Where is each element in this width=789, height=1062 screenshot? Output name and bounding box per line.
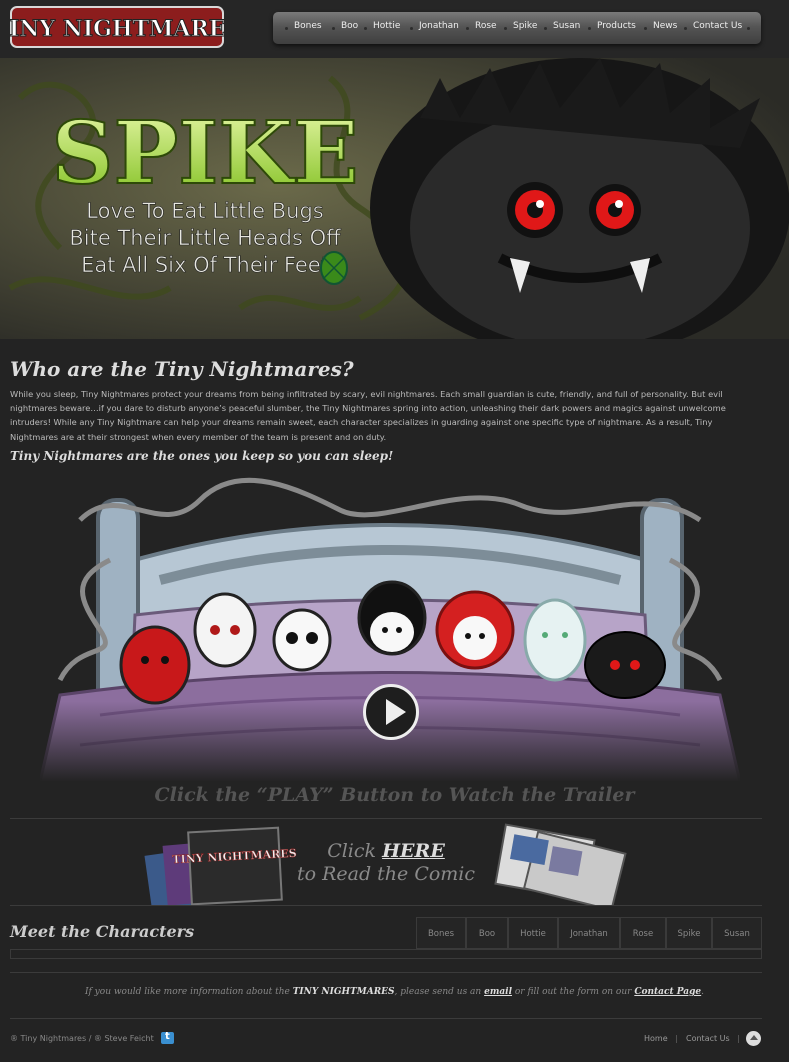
divider bbox=[10, 905, 762, 906]
nav-item-products[interactable]: Products bbox=[597, 21, 636, 31]
tab-hottie[interactable]: Hottie bbox=[508, 917, 558, 949]
banner-title: SPIKE bbox=[51, 103, 358, 204]
banner-line-3: Eat All Six Of Their Feet bbox=[81, 253, 329, 277]
site-logo[interactable]: TINY NIGHTMARES bbox=[10, 6, 224, 48]
main-nav: Bones Boo Hottie Jonathan Rose Spike Susan Prod… bbox=[273, 12, 761, 44]
contact-page-link[interactable]: Contact Page bbox=[634, 987, 701, 997]
trailer-cta: Click the “PLAY” Button to Watch the Tra… bbox=[154, 784, 635, 806]
intro-paragraph: While you sleep, Tiny Nightmares protect… bbox=[10, 389, 726, 442]
footer-contact-link[interactable]: Contact Us bbox=[686, 1034, 730, 1043]
nav-item-jonathan[interactable]: Jonathan bbox=[419, 21, 459, 31]
nav-item-rose[interactable]: Rose bbox=[475, 21, 497, 31]
footer-separator: | bbox=[737, 1034, 740, 1043]
email-link[interactable]: email bbox=[484, 987, 512, 997]
banner-line-2: Bite Their Little Heads Off bbox=[69, 226, 341, 250]
comic-pages-right bbox=[494, 823, 627, 906]
footer-separator: | bbox=[675, 1034, 678, 1043]
tab-jonathan[interactable]: Jonathan bbox=[558, 917, 620, 949]
hero-banner: SPIKE Love To Eat Little Bugs Bite Their… bbox=[0, 58, 789, 339]
site-header: TINY NIGHTMARES Bones Boo Hottie Jonathan Ro… bbox=[0, 0, 789, 58]
nav-separator bbox=[588, 27, 591, 30]
nav-item-contact-us[interactable]: Contact Us bbox=[693, 21, 742, 31]
back-to-top-icon[interactable] bbox=[746, 1031, 761, 1046]
nav-separator bbox=[332, 27, 335, 30]
divider bbox=[10, 818, 762, 819]
nav-separator bbox=[544, 27, 547, 30]
twitter-icon[interactable] bbox=[161, 1031, 174, 1044]
nav-separator bbox=[285, 27, 288, 30]
nav-item-bones[interactable]: Bones bbox=[294, 21, 322, 31]
comic-here-link[interactable]: HERE bbox=[382, 840, 445, 862]
tab-boo[interactable]: Boo bbox=[466, 917, 508, 949]
intro-heading: Who are the Tiny Nightmares? bbox=[10, 357, 354, 381]
divider bbox=[10, 972, 762, 973]
nav-item-hottie[interactable]: Hottie bbox=[373, 21, 400, 31]
tab-bones[interactable]: Bones bbox=[416, 917, 466, 949]
comic-cover-left: TINY NIGHTMARES bbox=[144, 826, 297, 906]
characters-heading: Meet the Characters bbox=[10, 922, 195, 941]
character-panel bbox=[10, 949, 762, 959]
nav-item-susan[interactable]: Susan bbox=[553, 21, 580, 31]
nav-item-news[interactable]: News bbox=[653, 21, 677, 31]
footer-home-link[interactable]: Home bbox=[644, 1034, 668, 1043]
svg-text:TINY NIGHTMARES: TINY NIGHTMARES bbox=[10, 16, 224, 42]
nav-separator bbox=[644, 27, 647, 30]
nav-item-spike[interactable]: Spike bbox=[513, 21, 537, 31]
play-button[interactable] bbox=[363, 684, 419, 740]
contact-info: If you would like more information about… bbox=[84, 987, 705, 997]
nav-separator bbox=[466, 27, 469, 30]
divider bbox=[10, 1018, 762, 1019]
nav-separator bbox=[504, 27, 507, 30]
nav-separator bbox=[410, 27, 413, 30]
nav-item-boo[interactable]: Boo bbox=[341, 21, 358, 31]
bug-icon bbox=[320, 251, 348, 285]
nav-separator bbox=[364, 27, 367, 30]
nav-separator bbox=[684, 27, 687, 30]
tab-rose[interactable]: Rose bbox=[620, 917, 666, 949]
nav-separator bbox=[747, 27, 750, 30]
tab-spike[interactable]: Spike bbox=[666, 917, 712, 949]
tab-susan[interactable]: Susan bbox=[712, 917, 762, 949]
comic-link[interactable]: Click HERE to Read the Comic bbox=[296, 840, 476, 886]
banner-line-1: Love To Eat Little Bugs bbox=[86, 199, 323, 223]
copyright: ® Tiny Nightmares / ® Steve Feicht bbox=[10, 1034, 154, 1043]
